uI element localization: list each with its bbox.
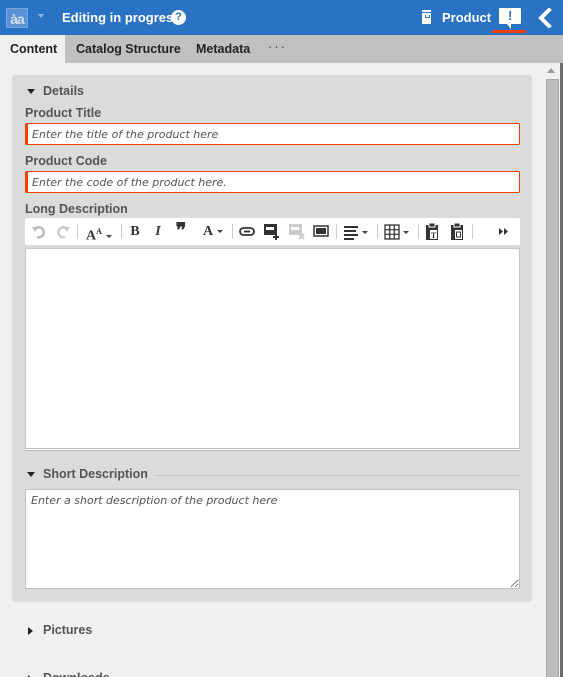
logo-letter-b: a <box>17 11 25 27</box>
more-tabs-button[interactable]: ··· <box>268 35 287 63</box>
chevron-left-icon[interactable] <box>536 8 554 28</box>
active-indicator <box>492 30 526 33</box>
insert-link-icon[interactable] <box>263 221 281 242</box>
exclamation-glyph: ! <box>508 8 513 23</box>
collapse-details-icon[interactable] <box>27 89 35 94</box>
notification-bubble-icon: ! <box>499 8 521 29</box>
vertical-scrollbar[interactable] <box>546 79 559 677</box>
long-description-label: Long Description <box>25 202 128 216</box>
font-color-button[interactable]: A <box>200 221 226 242</box>
pictures-section-header[interactable]: Pictures <box>43 623 92 637</box>
toolbar-separator <box>336 224 337 239</box>
redo-icon[interactable] <box>55 221 71 242</box>
product-icon <box>422 10 431 24</box>
link-icon[interactable] <box>238 221 256 242</box>
app-menu-caret-icon[interactable] <box>38 14 44 18</box>
blockquote-button[interactable]: ❞ <box>173 221 189 242</box>
tab-bar: Content Catalog Structure Metadata ··· <box>0 35 563 63</box>
product-code-label: Product Code <box>25 154 107 168</box>
long-description-editor[interactable] <box>25 248 520 451</box>
rich-text-toolbar: AA B I ❞ A T <box>25 218 520 245</box>
font-size-button[interactable]: AA <box>85 221 113 244</box>
svg-text:T: T <box>431 231 437 240</box>
italic-button[interactable]: I <box>152 221 164 242</box>
logo-letter-a: à <box>10 11 18 27</box>
undo-icon[interactable] <box>31 221 47 242</box>
toolbar-separator <box>121 224 122 239</box>
toolbar-separator <box>232 224 233 239</box>
more-tools-icon[interactable] <box>497 221 511 242</box>
paste-text-icon[interactable]: T <box>424 221 440 242</box>
expand-pictures-icon[interactable] <box>28 627 33 635</box>
section-divider <box>155 475 520 476</box>
top-bar: àa Editing in progress ? Product ! <box>0 0 563 35</box>
short-description-textarea[interactable] <box>25 489 520 589</box>
tab-metadata[interactable]: Metadata <box>186 35 260 63</box>
tab-content[interactable]: Content <box>0 35 65 63</box>
collapse-short-description-icon[interactable] <box>27 472 35 477</box>
toolbar-separator <box>377 224 378 239</box>
details-section-header[interactable]: Details <box>43 84 84 98</box>
toolbar-separator <box>418 224 419 239</box>
toolbar-separator <box>77 224 78 239</box>
tab-catalog-structure[interactable]: Catalog Structure <box>66 35 191 63</box>
product-title-input[interactable] <box>25 123 520 145</box>
product-label[interactable]: Product <box>442 10 491 25</box>
short-description-header[interactable]: Short Description <box>43 467 148 481</box>
bold-button[interactable]: B <box>128 221 142 242</box>
product-code-input[interactable] <box>25 171 520 193</box>
product-title-label: Product Title <box>25 106 102 120</box>
editing-status-title: Editing in progress <box>62 10 181 25</box>
table-icon[interactable] <box>383 221 411 242</box>
font-color-glyph: A <box>202 224 214 239</box>
downloads-section-header[interactable]: Downloads <box>43 671 110 677</box>
scroll-up-arrow-icon[interactable] <box>547 68 555 73</box>
app-logo-icon[interactable]: àa <box>6 8 28 28</box>
align-icon[interactable] <box>342 221 370 242</box>
notifications-button[interactable]: ! <box>492 0 526 35</box>
remove-link-icon[interactable] <box>288 221 306 242</box>
toolbar-separator <box>472 224 473 239</box>
embed-media-icon[interactable] <box>312 221 330 242</box>
paste-from-word-icon[interactable] <box>449 221 465 242</box>
help-icon[interactable]: ? <box>171 10 186 25</box>
